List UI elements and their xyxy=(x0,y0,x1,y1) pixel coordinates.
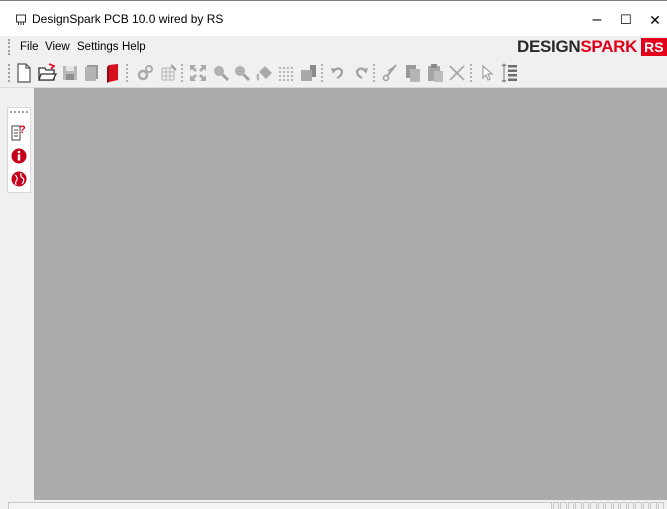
copy-icon[interactable] xyxy=(403,62,423,84)
menubar-grip[interactable] xyxy=(8,39,12,55)
logo-design-text: DESIGN xyxy=(517,37,581,56)
web-globe-icon[interactable] xyxy=(10,170,28,188)
status-cell xyxy=(575,502,582,509)
status-cell xyxy=(553,502,560,509)
paste-icon[interactable] xyxy=(425,62,445,84)
save-icon[interactable] xyxy=(60,62,80,84)
new-file-icon[interactable] xyxy=(14,62,34,84)
designspark-logo: DESIGN SPARK RS A xyxy=(517,38,667,56)
maximize-button[interactable]: ☐ xyxy=(611,7,641,33)
toolbar-separator xyxy=(321,64,323,82)
status-indicator-cells xyxy=(553,502,665,509)
menu-help[interactable]: Help xyxy=(122,41,146,53)
status-cell xyxy=(567,502,575,509)
menu-view[interactable]: View xyxy=(45,41,70,53)
properties-list-icon[interactable] xyxy=(499,62,519,84)
redo-icon[interactable] xyxy=(351,62,371,84)
left-strip-grip[interactable] xyxy=(10,111,28,113)
design-workspace[interactable] xyxy=(34,88,667,500)
minimize-button[interactable]: – xyxy=(582,7,612,33)
cut-icon[interactable] xyxy=(380,62,400,84)
toolbar-separator xyxy=(470,64,472,82)
toolbar-separator xyxy=(181,64,183,82)
status-cell xyxy=(627,502,635,509)
toolbar-grip[interactable] xyxy=(8,64,12,82)
close-button[interactable]: ✕ xyxy=(640,7,667,33)
status-message-field xyxy=(8,502,552,509)
info-icon[interactable] xyxy=(10,147,28,165)
svg-text:?: ? xyxy=(19,124,26,136)
status-cell xyxy=(635,502,642,509)
status-cell xyxy=(657,502,665,509)
help-document-icon[interactable]: ? xyxy=(10,123,28,141)
select-pointer-icon[interactable] xyxy=(478,62,498,84)
status-bar xyxy=(0,500,667,509)
status-cell xyxy=(597,502,605,509)
left-tool-strip: ? xyxy=(7,107,31,193)
save-all-icon[interactable] xyxy=(82,62,102,84)
menu-file[interactable]: File xyxy=(20,41,39,53)
delete-icon[interactable] xyxy=(447,62,467,84)
status-cell xyxy=(650,502,657,509)
status-cell xyxy=(612,502,620,509)
undo-icon[interactable] xyxy=(328,62,348,84)
status-cell xyxy=(620,502,627,509)
open-folder-icon[interactable] xyxy=(37,62,57,84)
grid-icon[interactable] xyxy=(276,62,296,84)
settings-gears-icon[interactable] xyxy=(135,62,155,84)
logo-rs-badge: RS xyxy=(641,38,667,56)
layers-icon[interactable] xyxy=(298,62,318,84)
toolbar-separator xyxy=(373,64,375,82)
title-bar: DesignSpark PCB 10.0 wired by RS – ☐ ✕ xyxy=(0,0,667,36)
window-title: DesignSpark PCB 10.0 wired by RS xyxy=(32,12,224,26)
paint-bucket-icon[interactable] xyxy=(255,62,275,84)
library-book-icon[interactable] xyxy=(103,62,123,84)
status-cell xyxy=(605,502,612,509)
main-toolbar xyxy=(0,58,667,88)
status-cell xyxy=(590,502,597,509)
toolbar-separator xyxy=(126,64,128,82)
grid-settings-icon[interactable] xyxy=(158,62,178,84)
status-cell xyxy=(582,502,590,509)
logo-spark-text: SPARK xyxy=(580,37,638,56)
zoom-fit-icon[interactable] xyxy=(188,62,208,84)
zoom-in-icon[interactable] xyxy=(211,62,231,84)
app-icon xyxy=(16,14,26,25)
status-cell xyxy=(642,502,650,509)
status-cell xyxy=(560,502,567,509)
zoom-out-icon[interactable] xyxy=(232,62,252,84)
menu-settings[interactable]: Settings xyxy=(77,41,119,53)
